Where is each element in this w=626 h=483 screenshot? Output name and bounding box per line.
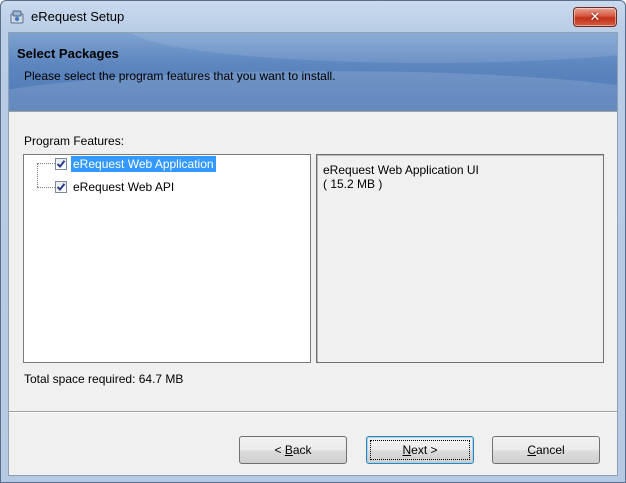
banner-decoration xyxy=(129,33,617,63)
checkbox-web-api[interactable] xyxy=(55,181,67,193)
feature-description: eRequest Web Application UI xyxy=(323,163,479,177)
back-button-label: ack xyxy=(292,443,312,457)
cancel-button-mnemonic: C xyxy=(527,443,536,457)
tree-connector xyxy=(37,187,55,188)
tree-connector xyxy=(37,163,55,164)
next-button-mnemonic: N xyxy=(402,443,412,457)
feature-size: ( 15.2 MB ) xyxy=(323,177,383,191)
tree-item-web-api[interactable]: eRequest Web API xyxy=(55,179,176,195)
back-button[interactable]: < Back xyxy=(239,436,347,464)
tree-connector xyxy=(37,163,38,187)
divider xyxy=(9,111,617,112)
tree-item-web-application[interactable]: eRequest Web Application xyxy=(55,156,216,172)
setup-window: eRequest Setup ✕ Select Packages Please … xyxy=(0,0,626,483)
features-label: Program Features: xyxy=(24,134,125,148)
checkbox-web-application[interactable] xyxy=(55,158,67,170)
close-icon: ✕ xyxy=(589,9,601,25)
tree-item-label[interactable]: eRequest Web API xyxy=(71,179,176,195)
back-button-mnemonic: B xyxy=(284,443,293,457)
cancel-button[interactable]: Cancel xyxy=(492,436,600,464)
setup-icon xyxy=(10,10,24,24)
tree-item-label[interactable]: eRequest Web Application xyxy=(71,156,216,172)
title-bar[interactable]: eRequest Setup ✕ xyxy=(1,1,625,33)
close-button[interactable]: ✕ xyxy=(573,7,617,27)
next-button[interactable]: Next > xyxy=(366,436,474,464)
page-subtitle: Please select the program features that … xyxy=(24,69,336,83)
divider xyxy=(9,412,617,413)
page-title: Select Packages xyxy=(17,46,119,61)
dialog-client: Select Packages Please select the progra… xyxy=(8,32,618,476)
header-banner: Select Packages Please select the progra… xyxy=(9,33,617,111)
cancel-button-label: ancel xyxy=(535,443,565,457)
space-required: Total space required: 64.7 MB xyxy=(24,372,184,386)
feature-description-panel: eRequest Web Application UI ( 15.2 MB ) xyxy=(316,154,604,363)
next-button-label: ext > xyxy=(411,443,438,457)
back-button-prefix: < xyxy=(274,443,285,457)
window-title: eRequest Setup xyxy=(31,9,125,24)
checkmark-icon xyxy=(56,183,66,192)
checkmark-icon xyxy=(56,160,66,169)
feature-tree[interactable]: eRequest Web Application eRequest Web AP… xyxy=(23,154,311,363)
